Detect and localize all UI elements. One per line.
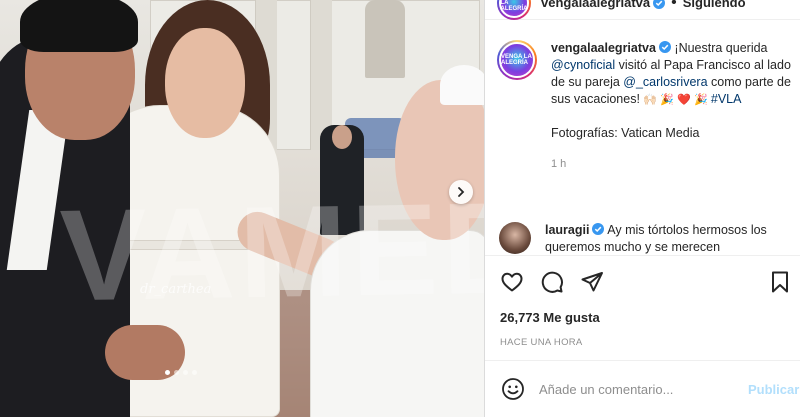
man-hair bbox=[20, 0, 138, 52]
hashtag-link[interactable]: #VLA bbox=[711, 92, 742, 106]
caption-username[interactable]: vengalaalegriatva bbox=[551, 41, 656, 55]
caption-author-avatar[interactable]: VENGA LA ALEGRÍA bbox=[497, 40, 537, 80]
emoji-button[interactable] bbox=[501, 377, 525, 401]
post-side-panel: VENGA LA ALEGRÍA vengalaalegriatva • Sig… bbox=[484, 0, 800, 417]
carousel-dot bbox=[183, 370, 188, 375]
carousel-dot bbox=[192, 370, 197, 375]
next-image-button[interactable] bbox=[449, 180, 473, 204]
commenter-username[interactable]: lauragii bbox=[545, 223, 589, 237]
comment: lauragii Ay mis tórtolos hermosos los qu… bbox=[499, 222, 799, 255]
add-comment-bar: Publicar bbox=[485, 360, 800, 417]
avatar-logo-text: VENGA LA ALEGRÍA bbox=[501, 54, 532, 66]
comments-scroll-area[interactable]: lauragii Ay mis tórtolos hermosos los qu… bbox=[485, 222, 800, 255]
following-button[interactable]: Siguiendo bbox=[683, 0, 746, 10]
caption-emojis: 🙌🏻 🎉 bbox=[643, 94, 674, 106]
mention-link[interactable]: @cynoficial bbox=[551, 58, 615, 72]
woman-face bbox=[165, 28, 245, 138]
verified-badge-icon bbox=[658, 41, 671, 53]
comment-input[interactable] bbox=[539, 381, 729, 397]
caption-text: vengalaalegriatva ¡Nuestra querida @cyno… bbox=[551, 40, 797, 173]
image-signature: dr_carthea bbox=[140, 282, 212, 297]
image-watermark: VAMEDIA bbox=[58, 171, 484, 329]
caption-emojis: ❤️ 🎉 bbox=[677, 94, 711, 106]
like-count[interactable]: 26,773 Me gusta bbox=[500, 310, 600, 325]
post-photo[interactable]: VAMEDIA dr_carthea bbox=[0, 0, 484, 417]
background-guard-head bbox=[332, 125, 352, 149]
chevron-right-icon bbox=[458, 187, 465, 197]
photo-credit: Fotografías: Vatican Media bbox=[551, 126, 700, 140]
author-username[interactable]: vengalaalegriatva bbox=[541, 0, 650, 10]
post-header: VENGA LA ALEGRÍA vengalaalegriatva • Sig… bbox=[485, 0, 800, 20]
paper-plane-icon bbox=[581, 271, 603, 291]
post-comment-button[interactable]: Publicar bbox=[748, 382, 799, 397]
pope-zucchetto bbox=[440, 65, 484, 105]
comment-button[interactable] bbox=[539, 269, 565, 295]
caption-text-part: ¡Nuestra querida bbox=[674, 41, 768, 55]
commenter-avatar[interactable] bbox=[499, 222, 531, 254]
comment-icon bbox=[541, 271, 563, 293]
share-button[interactable] bbox=[579, 269, 605, 295]
bookmark-icon bbox=[772, 271, 788, 292]
header-separator: • bbox=[671, 0, 677, 11]
comment-text: lauragii Ay mis tórtolos hermosos los qu… bbox=[545, 222, 799, 255]
mention-link[interactable]: @_carlosrivera bbox=[623, 75, 707, 89]
verified-badge-icon bbox=[653, 0, 666, 9]
avatar-logo-text: VENGA LA ALEGRÍA bbox=[500, 0, 528, 12]
smiley-icon bbox=[502, 378, 524, 400]
carousel-dots bbox=[165, 370, 197, 375]
carousel-dot bbox=[165, 370, 170, 375]
like-button[interactable] bbox=[499, 269, 525, 295]
statue bbox=[365, 0, 405, 78]
save-button[interactable] bbox=[767, 269, 793, 295]
post-timestamp[interactable]: HACE UNA HORA bbox=[500, 337, 583, 348]
verified-badge-icon bbox=[592, 223, 605, 235]
author-avatar[interactable]: VENGA LA ALEGRÍA bbox=[497, 0, 531, 20]
caption: VENGA LA ALEGRÍA vengalaalegriatva ¡Nues… bbox=[497, 40, 797, 173]
heart-icon bbox=[501, 272, 523, 291]
caption-timestamp[interactable]: 1 h bbox=[551, 156, 797, 173]
carousel-dot bbox=[174, 370, 179, 375]
action-bar bbox=[485, 255, 800, 307]
